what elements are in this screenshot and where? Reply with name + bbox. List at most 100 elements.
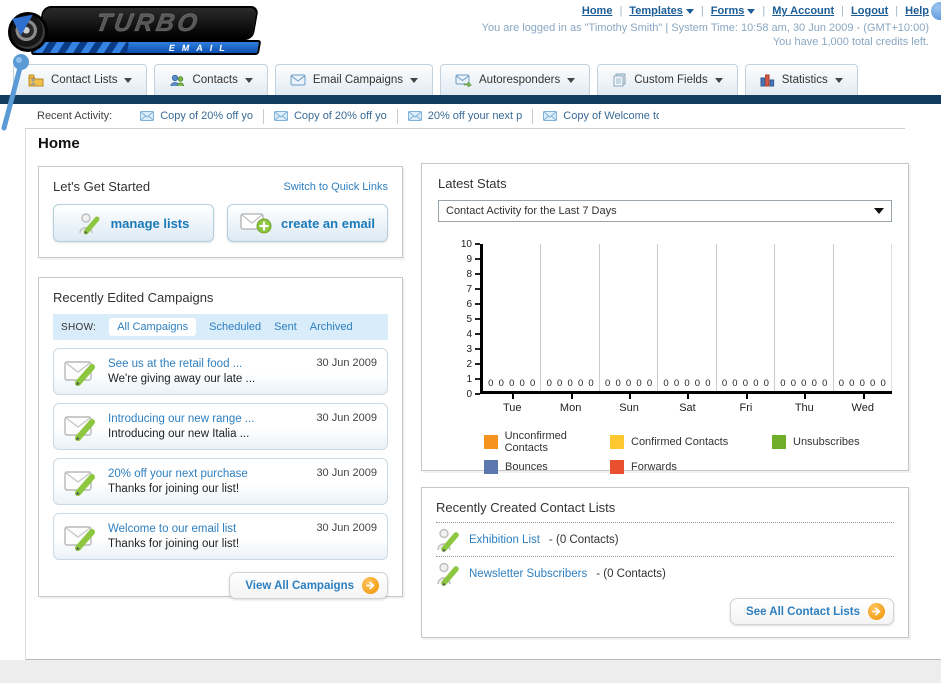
pages-icon — [613, 73, 626, 87]
nav-link-my-account[interactable]: My Account — [772, 5, 834, 17]
nav-link-home[interactable]: Home — [582, 5, 613, 17]
campaign-row[interactable]: See us at the retail food ... We're givi… — [53, 348, 388, 395]
campaign-title-link[interactable]: Welcome to our email list — [108, 523, 306, 535]
envelope-pencil-icon — [64, 360, 95, 386]
campaign-date: 30 Jun 2009 — [316, 412, 377, 424]
see-all-contact-lists-button[interactable]: See All Contact Lists — [730, 598, 894, 625]
campaign-row[interactable]: 20% off your next purchase Thanks for jo… — [53, 458, 388, 505]
flame-icon — [7, 6, 33, 36]
tab-label: Statistics — [781, 74, 828, 86]
tab-label: Custom Fields — [634, 74, 708, 86]
arrow-right-icon — [868, 603, 885, 620]
value-label: 0 — [625, 378, 632, 389]
stats-period-value: Contact Activity for the Last 7 Days — [446, 205, 617, 217]
value-label: 0 — [684, 378, 690, 389]
manage-lists-button[interactable]: manage lists — [53, 204, 214, 242]
value-label: 0 — [705, 378, 711, 389]
campaign-row[interactable]: Introducing our new range ... Introducin… — [53, 403, 388, 450]
recent-activity-bar: Recent Activity: Copy of 20% off yo Copy… — [25, 104, 905, 129]
campaign-title-link[interactable]: See us at the retail food ... — [108, 358, 306, 370]
latest-stats-panel: Latest Stats Contact Activity for the La… — [421, 163, 909, 474]
value-labels: 00000 — [717, 378, 774, 389]
stats-period-select[interactable]: Contact Activity for the Last 7 Days — [438, 200, 892, 222]
legend-swatch — [484, 460, 498, 474]
chart-group: 00000 — [541, 244, 600, 391]
filter-all-campaigns[interactable]: All Campaigns — [109, 318, 197, 336]
chevron-down-icon — [834, 77, 843, 83]
chevron-down-icon — [714, 77, 723, 83]
manage-lists-label: manage lists — [110, 215, 190, 231]
envelope-arrow-icon — [455, 74, 472, 87]
value-label: 0 — [663, 378, 669, 389]
legend-item: Forwards — [610, 460, 772, 474]
legend-item: Unsubscribes — [772, 430, 892, 454]
credits-text: You have 1,000 total credits left. — [772, 36, 929, 48]
y-tick-label: 10 — [460, 238, 472, 250]
campaign-subtitle: Thanks for joining our list! — [108, 538, 240, 550]
value-label: 0 — [546, 378, 552, 389]
value-label: 0 — [519, 378, 525, 389]
contact-lists-title: Recently Created Contact Lists — [436, 500, 616, 515]
value-label: 0 — [822, 378, 828, 389]
view-all-campaigns-button[interactable]: View All Campaigns — [229, 572, 388, 599]
nav-link-help[interactable]: Help — [905, 5, 929, 17]
main-content: Home Let's Get Started Switch to Quick L… — [25, 129, 941, 660]
value-labels: 00000 — [775, 378, 832, 389]
x-tick-mark — [804, 394, 807, 399]
value-label: 0 — [838, 378, 844, 389]
campaign-subtitle: Thanks for joining our list! — [108, 483, 240, 495]
recent-activity-item[interactable]: Copy of 20% off yo — [264, 108, 398, 124]
chevron-down-icon — [685, 8, 694, 14]
person-pencil-icon — [78, 213, 100, 235]
x-tick-mark — [687, 394, 690, 399]
nav-link-logout[interactable]: Logout — [851, 5, 888, 17]
campaign-title-link[interactable]: Introducing our new range ... — [108, 413, 306, 425]
recent-activity-item[interactable]: 20% off your next p — [398, 108, 534, 124]
contacts-icon — [170, 74, 185, 86]
see-all-contact-lists-label: See All Contact Lists — [746, 605, 860, 618]
x-axis-label: Sun — [600, 394, 658, 414]
y-tick-label: 4 — [466, 328, 472, 340]
value-label: 0 — [763, 378, 769, 389]
tab-custom-fields[interactable]: Custom Fields — [597, 64, 738, 95]
contact-list-link[interactable]: Exhibition List — [469, 534, 540, 546]
chevron-down-icon — [410, 77, 418, 83]
switch-quick-links[interactable]: Switch to Quick Links — [283, 181, 388, 193]
campaign-row[interactable]: Welcome to our email list Thanks for joi… — [53, 513, 388, 560]
x-tick-mark — [745, 394, 748, 399]
filter-archived[interactable]: Archived — [310, 321, 353, 333]
tab-contacts[interactable]: Contacts — [154, 64, 268, 95]
recent-activity-item[interactable]: Copy of 20% off yo — [130, 108, 264, 124]
tab-statistics[interactable]: Statistics — [744, 64, 858, 95]
contact-list-row: Newsletter Subscribers - (0 Contacts) — [436, 557, 894, 590]
x-axis-label-text: Thu — [794, 402, 814, 414]
tab-autoresponders[interactable]: Autoresponders — [440, 64, 591, 95]
separator: | — [762, 5, 766, 17]
value-label: 0 — [811, 378, 817, 389]
campaign-title-link[interactable]: 20% off your next purchase — [108, 468, 306, 480]
recently-edited-campaigns-panel: Recently Edited Campaigns SHOW: All Camp… — [38, 277, 403, 599]
chevron-down-icon — [244, 77, 253, 83]
activity-item-label: Copy of Welcome to — [563, 110, 660, 122]
chart-group: 00000 — [600, 244, 659, 391]
filter-sent[interactable]: Sent — [274, 321, 297, 333]
latest-stats-title: Latest Stats — [438, 176, 507, 191]
separator: | — [700, 5, 704, 17]
campaigns-title: Recently Edited Campaigns — [53, 290, 214, 305]
legend-item: Unconfirmed Contacts — [484, 430, 610, 454]
nav-link-templates[interactable]: Templates — [629, 5, 694, 17]
tab-contact-lists[interactable]: Contact Lists — [13, 64, 148, 95]
recent-activity-item[interactable]: Copy of Welcome to — [533, 109, 669, 124]
create-email-button[interactable]: create an email — [227, 204, 388, 242]
campaign-date: 30 Jun 2009 — [316, 357, 377, 369]
value-label: 0 — [721, 378, 728, 389]
chart-group: 00000 — [658, 244, 717, 391]
contact-list-link[interactable]: Newsletter Subscribers — [469, 568, 587, 580]
legend-swatch — [610, 460, 624, 474]
tab-email-campaigns[interactable]: Email Campaigns — [274, 64, 433, 95]
value-labels: 00000 — [600, 378, 657, 389]
main-nav-tabs: Contact Lists Contacts Email Campaigns A… — [13, 64, 858, 95]
filter-scheduled[interactable]: Scheduled — [209, 321, 261, 333]
nav-link-forms[interactable]: Forms — [711, 5, 756, 17]
value-label: 0 — [753, 378, 759, 389]
